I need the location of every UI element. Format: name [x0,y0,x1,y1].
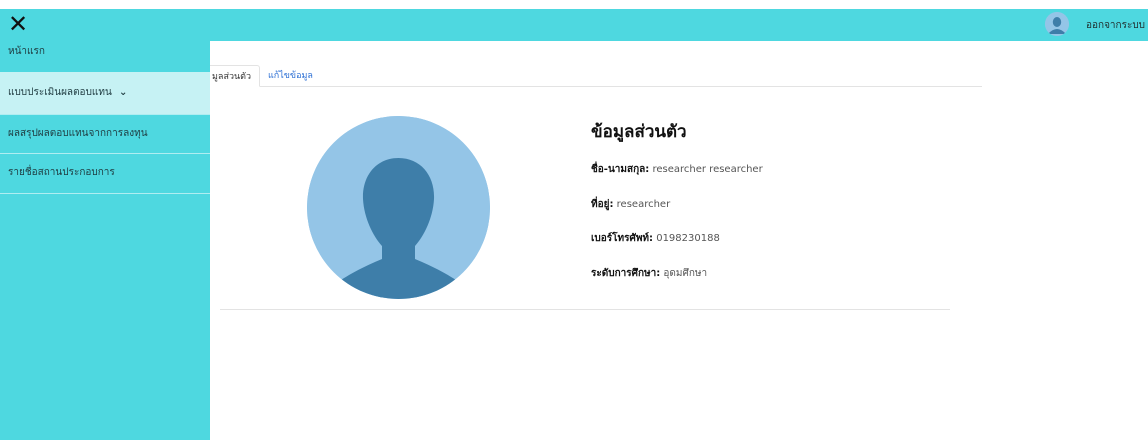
field-address: ที่อยู่: researcher [591,197,670,212]
field-value: 0198230188 [656,233,720,244]
field-education: ระดับการศึกษา: อุดมศึกษา [591,266,707,281]
close-icon[interactable]: ✕ [8,11,32,37]
logout-link[interactable]: ออกจากระบบ [1086,18,1145,33]
profile-info: ข้อมูลส่วนตัว ชื่อ-นามสกุล: researcher r… [591,118,763,279]
profile-tabs: มูลส่วนตัว แก้ไขข้อมูล [210,65,982,87]
sidebar-item-label: แบบประเมินผลตอบแทน [8,87,112,98]
profile-picture [307,116,490,299]
sidebar-item-label: ผลสรุปผลตอบแทนจากการลงทุน [8,128,148,139]
user-avatar-icon[interactable] [1045,12,1069,36]
tab-edit-info[interactable]: แก้ไขข้อมูล [260,65,321,87]
sidebar: หน้าแรก แบบประเมินผลตอบแทน ⌄ ผลสรุปผลตอบ… [0,41,210,440]
field-label: ชื่อ-นามสกุล: [591,164,650,175]
sidebar-item-establishments[interactable]: รายชื่อสถานประกอบการ [0,154,210,192]
sidebar-item-roi-summary[interactable]: ผลสรุปผลตอบแทนจากการลงทุน [0,115,210,153]
field-label: เบอร์โทรศัพท์: [591,233,654,244]
sidebar-divider [0,193,210,194]
field-value: researcher researcher [652,164,763,175]
field-phone: เบอร์โทรศัพท์: 0198230188 [591,231,720,246]
profile-title: ข้อมูลส่วนตัว [591,122,687,142]
sidebar-item-evaluation-form[interactable]: แบบประเมินผลตอบแทน ⌄ [0,72,210,114]
chevron-down-icon: ⌄ [118,87,128,98]
top-navbar: ✕ ออกจากระบบ [0,9,1148,41]
field-value: researcher [616,199,671,210]
field-value: อุดมศึกษา [663,268,708,279]
tab-personal-info[interactable]: มูลส่วนตัว [210,65,261,87]
sidebar-item-label: หน้าแรก [8,46,45,57]
user-silhouette-icon [1045,12,1069,36]
divider [220,309,950,310]
field-label: ระดับการศึกษา: [591,268,661,279]
sidebar-item-home[interactable]: หน้าแรก [0,45,210,67]
sidebar-item-label: รายชื่อสถานประกอบการ [8,167,115,178]
person-silhouette-icon [307,116,490,299]
field-fullname: ชื่อ-นามสกุล: researcher researcher [591,162,763,177]
field-label: ที่อยู่: [591,199,614,210]
